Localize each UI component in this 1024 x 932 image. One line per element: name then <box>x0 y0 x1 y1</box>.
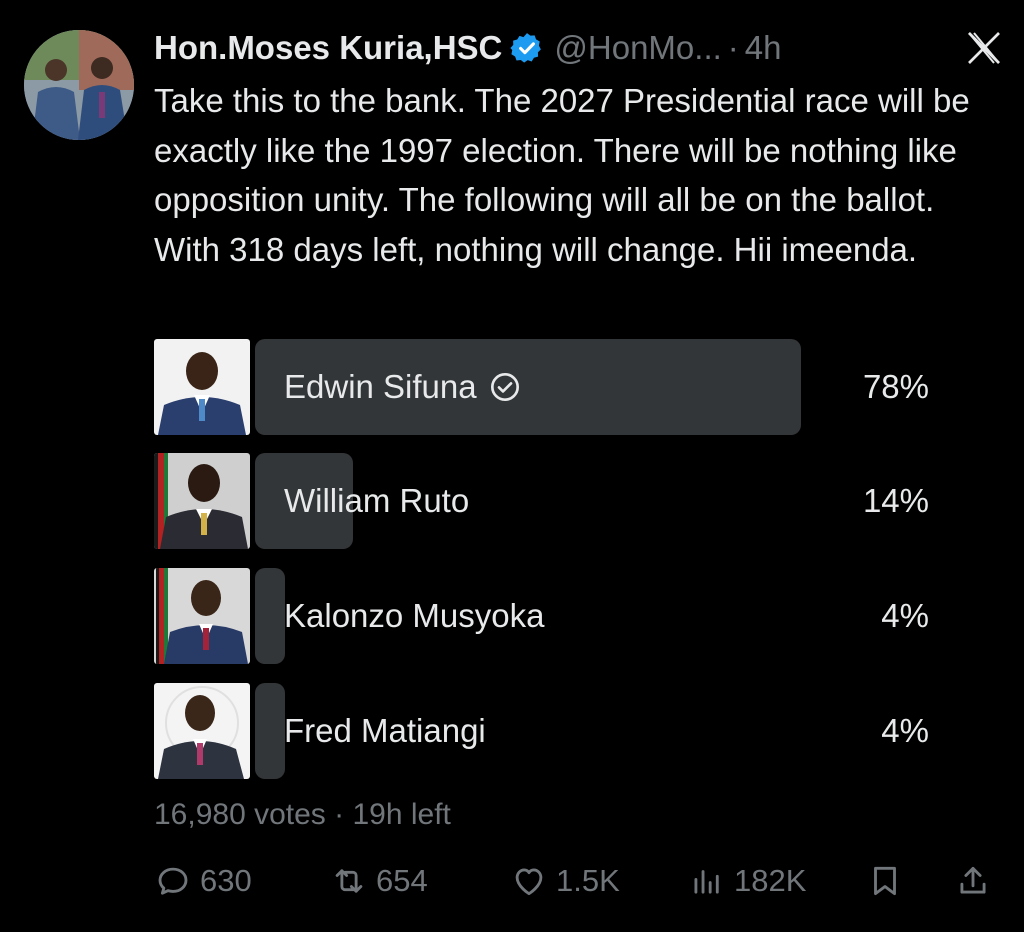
reply-button[interactable]: 630 <box>154 856 252 906</box>
poll-meta: 16,980 votes · 19h left <box>154 798 451 831</box>
candidate-photo <box>154 683 250 779</box>
poll-option-label-wrap: William Ruto <box>284 453 469 549</box>
bookmark-button[interactable] <box>866 856 912 906</box>
poll-option-label-wrap: Kalonzo Musyoka <box>284 568 544 664</box>
poll-option-label-wrap: Edwin Sifuna <box>284 339 521 435</box>
like-button[interactable]: 1.5K <box>510 856 620 906</box>
poll-option-label: Fred Matiangi <box>284 712 486 749</box>
poll-option[interactable]: Edwin Sifuna 78% <box>154 339 939 435</box>
tweet-timestamp[interactable]: 4h <box>745 29 782 67</box>
reply-icon <box>158 867 188 895</box>
poll-option-percent: 4% <box>881 597 929 634</box>
reply-count: 630 <box>200 863 252 898</box>
tweet-actions: 630 654 1.5K 182K <box>154 856 1004 906</box>
poll-option-percent: 4% <box>881 712 929 749</box>
repost-icon <box>335 869 363 893</box>
share-button[interactable] <box>954 856 1000 906</box>
candidate-photo <box>154 453 250 549</box>
poll-option[interactable]: Fred Matiangi 4% <box>154 683 939 779</box>
like-count: 1.5K <box>556 863 620 898</box>
x-logo-icon[interactable] <box>964 28 1004 68</box>
verified-badge-icon <box>510 33 542 63</box>
poll-option-label: Edwin Sifuna <box>284 368 477 405</box>
poll-option-label-wrap: Fred Matiangi <box>284 683 486 779</box>
author-avatar[interactable] <box>24 30 134 140</box>
views-icon <box>694 870 719 894</box>
repost-count: 654 <box>376 863 428 898</box>
candidate-photo <box>154 339 250 435</box>
author-handle[interactable]: @HonMo... <box>554 29 721 67</box>
poll-result-bar <box>255 568 285 664</box>
poll-option[interactable]: William Ruto 14% <box>154 453 939 549</box>
tweet-header: Hon.Moses Kuria,HSC @HonMo... · 4h <box>154 26 1004 70</box>
check-circle-icon <box>490 373 519 401</box>
poll-option[interactable]: Kalonzo Musyoka 4% <box>154 568 939 664</box>
avatar-image <box>24 30 134 140</box>
author-name[interactable]: Hon.Moses Kuria,HSC <box>154 29 502 67</box>
poll-option-label: William Ruto <box>284 482 470 519</box>
header-separator: · <box>727 29 739 66</box>
poll-result-bar <box>255 683 285 779</box>
share-icon <box>960 866 986 894</box>
candidate-photo <box>154 568 250 664</box>
tweet-text: Take this to the bank. The 2027 Presiden… <box>154 82 970 268</box>
like-icon <box>515 868 543 896</box>
views-button[interactable]: 182K <box>688 856 806 906</box>
poll-option-percent: 14% <box>862 482 929 519</box>
repost-button[interactable]: 654 <box>330 856 428 906</box>
views-count: 182K <box>734 863 807 898</box>
bookmark-icon <box>874 866 896 896</box>
poll-option-label: Kalonzo Musyoka <box>284 597 545 634</box>
poll-option-percent: 78% <box>862 368 929 405</box>
